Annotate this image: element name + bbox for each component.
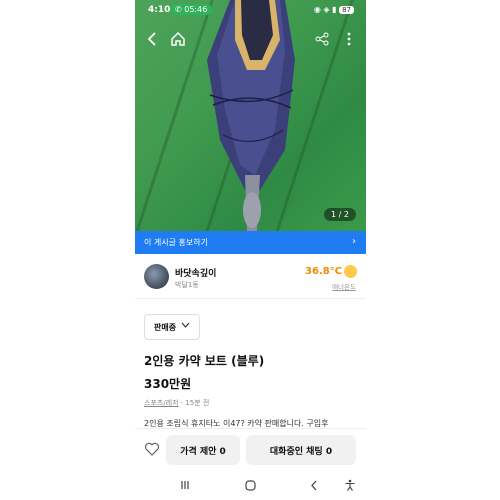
back-icon[interactable]	[141, 28, 163, 50]
status-icons: ◉ ◈ ▮ 87	[314, 5, 354, 14]
home-icon[interactable]	[167, 28, 189, 50]
listing-title: 2인용 카약 보트 (블루)	[144, 354, 265, 368]
category-link[interactable]: 스포츠/레저	[144, 399, 179, 407]
time-ago: · 15분 전	[180, 399, 210, 407]
recent-apps-icon[interactable]	[177, 477, 193, 493]
active-chats-button[interactable]: 대화중인 채팅 0	[246, 435, 356, 465]
app-screen: 4:10 ✆ 05:46 ◉ ◈ ▮ 87 1 / 2 이 게시글 홍보하기 ›…	[135, 0, 366, 500]
seller-location: 박달1동	[175, 281, 199, 289]
accessibility-icon[interactable]	[342, 477, 358, 493]
android-home-icon[interactable]	[242, 477, 258, 493]
price-offer-button[interactable]: 가격 제안 0	[166, 435, 240, 465]
battery-icon: 87	[339, 6, 354, 14]
sale-status-label: 판매중	[154, 322, 177, 332]
top-navigation	[135, 26, 366, 52]
listing-meta: 스포츠/레저 · 15분 전	[144, 398, 209, 408]
sale-status-dropdown[interactable]: 판매중	[144, 314, 200, 340]
status-time: 4:10	[148, 5, 171, 15]
android-navigation-bar	[135, 470, 366, 500]
share-icon[interactable]	[311, 28, 333, 50]
promote-post-bar[interactable]: 이 게시글 홍보하기 ›	[135, 231, 366, 254]
promote-text: 이 게시글 홍보하기	[144, 238, 208, 247]
listing-description: 2인용 조립식 휴지타노 이47? 카약 판매합니다. 구입후	[144, 419, 329, 428]
call-time: 05:46	[184, 5, 208, 14]
heart-icon[interactable]	[144, 441, 160, 457]
more-icon[interactable]	[338, 28, 360, 50]
manner-temperature-label[interactable]: 매너온도	[332, 281, 356, 291]
photo-counter: 1 / 2	[324, 208, 356, 221]
seller-info[interactable]: 바닷속깊이 박달1동 36.8°C 매너온도	[135, 254, 366, 299]
seller-name: 바닷속깊이	[175, 269, 217, 279]
manner-temperature: 36.8°C	[304, 266, 342, 277]
call-pill: ✆ 05:46	[170, 4, 213, 15]
listing-price: 330만원	[144, 377, 192, 391]
chevron-right-icon: ›	[352, 236, 356, 247]
chevron-down-icon	[181, 321, 190, 330]
smile-face-icon	[344, 265, 357, 278]
bottom-action-bar: 가격 제안 0 대화중인 채팅 0	[135, 428, 366, 469]
status-bar: 4:10 ✆ 05:46 ◉ ◈ ▮ 87	[135, 0, 366, 22]
android-back-icon[interactable]	[306, 477, 322, 493]
avatar[interactable]	[144, 264, 169, 289]
